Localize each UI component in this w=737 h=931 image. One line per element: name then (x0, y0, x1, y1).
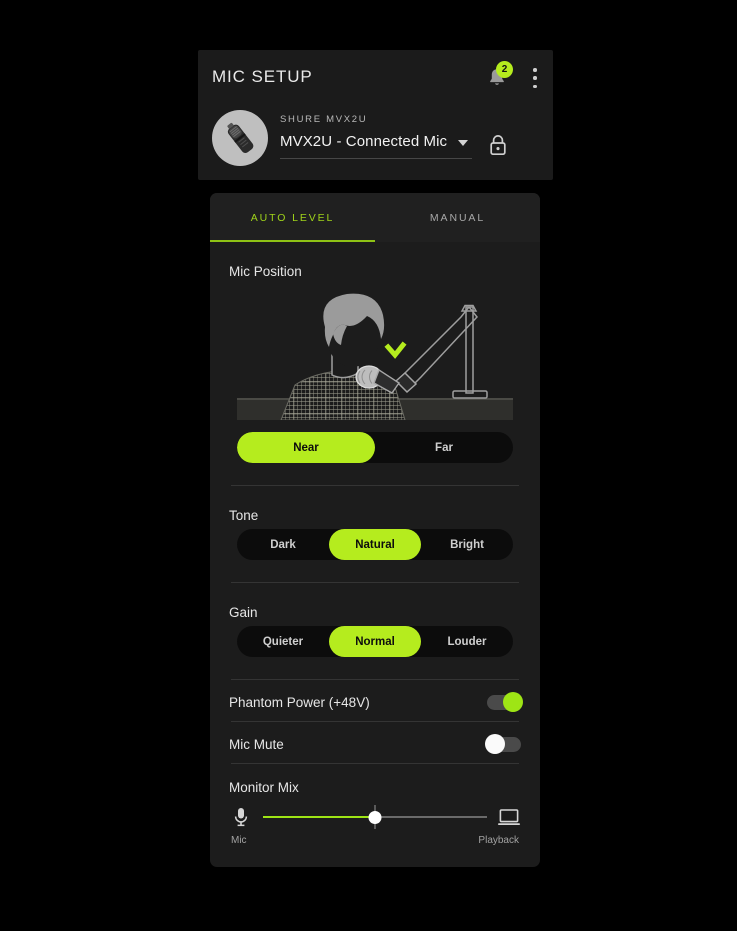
slider-fill (263, 816, 375, 818)
divider (231, 485, 519, 486)
device-select-dropdown[interactable]: MVX2U - Connected Mic (280, 133, 472, 159)
tab-manual[interactable]: MANUAL (375, 193, 540, 242)
monitor-mix-row (229, 805, 521, 829)
microphone-icon (229, 805, 253, 829)
tab-bar: AUTO LEVEL MANUAL (210, 193, 540, 242)
mic-mute-row: Mic Mute (229, 726, 521, 763)
device-brand-label: SHURE MVX2U (280, 114, 368, 125)
notifications-button[interactable]: 2 (485, 61, 513, 90)
toggle-knob (485, 734, 505, 754)
app-screen: MIC SETUP 2 SHURE MVX2U MVX2U - Connecte… (0, 0, 737, 931)
tone-option-natural[interactable]: Natural (329, 529, 421, 560)
header-panel: MIC SETUP 2 SHURE MVX2U MVX2U - Connecte… (198, 50, 553, 180)
divider (231, 582, 519, 583)
phantom-power-row: Phantom Power (+48V) (229, 684, 523, 721)
settings-card: AUTO LEVEL MANUAL Mic Position Near Far … (210, 193, 540, 867)
divider (231, 679, 519, 680)
tone-label: Tone (229, 508, 259, 523)
mic-position-label: Mic Position (229, 264, 302, 279)
phantom-power-label: Phantom Power (+48V) (229, 695, 370, 710)
gain-segmented-control: Quieter Normal Louder (237, 626, 513, 657)
divider (231, 721, 519, 722)
overflow-menu-button[interactable] (533, 68, 537, 88)
laptop-icon (497, 805, 521, 829)
mic-position-segmented-control: Near Far (237, 432, 513, 463)
monitor-mix-left-caption: Mic (231, 835, 247, 846)
device-meta: SHURE MVX2U MVX2U - Connected Mic (280, 114, 472, 159)
kebab-dot (533, 84, 537, 88)
device-selected-value: MVX2U - Connected Mic (280, 133, 448, 150)
microphone-icon (227, 122, 254, 153)
gain-option-normal[interactable]: Normal (329, 626, 421, 657)
gain-option-quieter[interactable]: Quieter (237, 626, 329, 657)
notification-badge: 2 (496, 61, 513, 78)
tone-segmented-control: Dark Natural Bright (237, 529, 513, 560)
mic-mute-label: Mic Mute (229, 737, 284, 752)
mic-position-option-near[interactable]: Near (237, 432, 375, 463)
mic-position-option-far[interactable]: Far (375, 432, 513, 463)
monitor-mix-captions: Mic Playback (229, 835, 521, 846)
avatar (212, 110, 268, 166)
slider-handle[interactable] (368, 810, 382, 824)
header-topbar: MIC SETUP 2 (198, 50, 553, 106)
gain-label: Gain (229, 605, 258, 620)
toggle-knob (503, 692, 523, 712)
gain-option-louder[interactable]: Louder (421, 626, 513, 657)
monitor-mix-label: Monitor Mix (229, 780, 299, 795)
tone-option-bright[interactable]: Bright (421, 529, 513, 560)
card-body: Mic Position Near Far Tone Dark Natural … (210, 264, 540, 846)
person-with-boom-mic-illustration (237, 293, 513, 420)
monitor-mix-slider[interactable] (263, 805, 487, 829)
page-title: MIC SETUP (212, 67, 313, 86)
divider (231, 763, 519, 764)
lock-button[interactable] (486, 132, 510, 158)
lock-closed-icon (490, 135, 506, 156)
tab-auto-level[interactable]: AUTO LEVEL (210, 193, 375, 242)
mic-mute-toggle[interactable] (485, 734, 521, 754)
kebab-dot (533, 68, 537, 72)
phantom-power-toggle[interactable] (487, 692, 523, 712)
active-tab-indicator (210, 239, 375, 242)
mic-position-options: Near Far (229, 432, 521, 463)
device-row: SHURE MVX2U MVX2U - Connected Mic (198, 106, 553, 180)
chevron-down-icon (458, 140, 468, 146)
tone-option-dark[interactable]: Dark (237, 529, 329, 560)
kebab-dot (533, 76, 537, 80)
monitor-mix-right-caption: Playback (478, 835, 519, 846)
